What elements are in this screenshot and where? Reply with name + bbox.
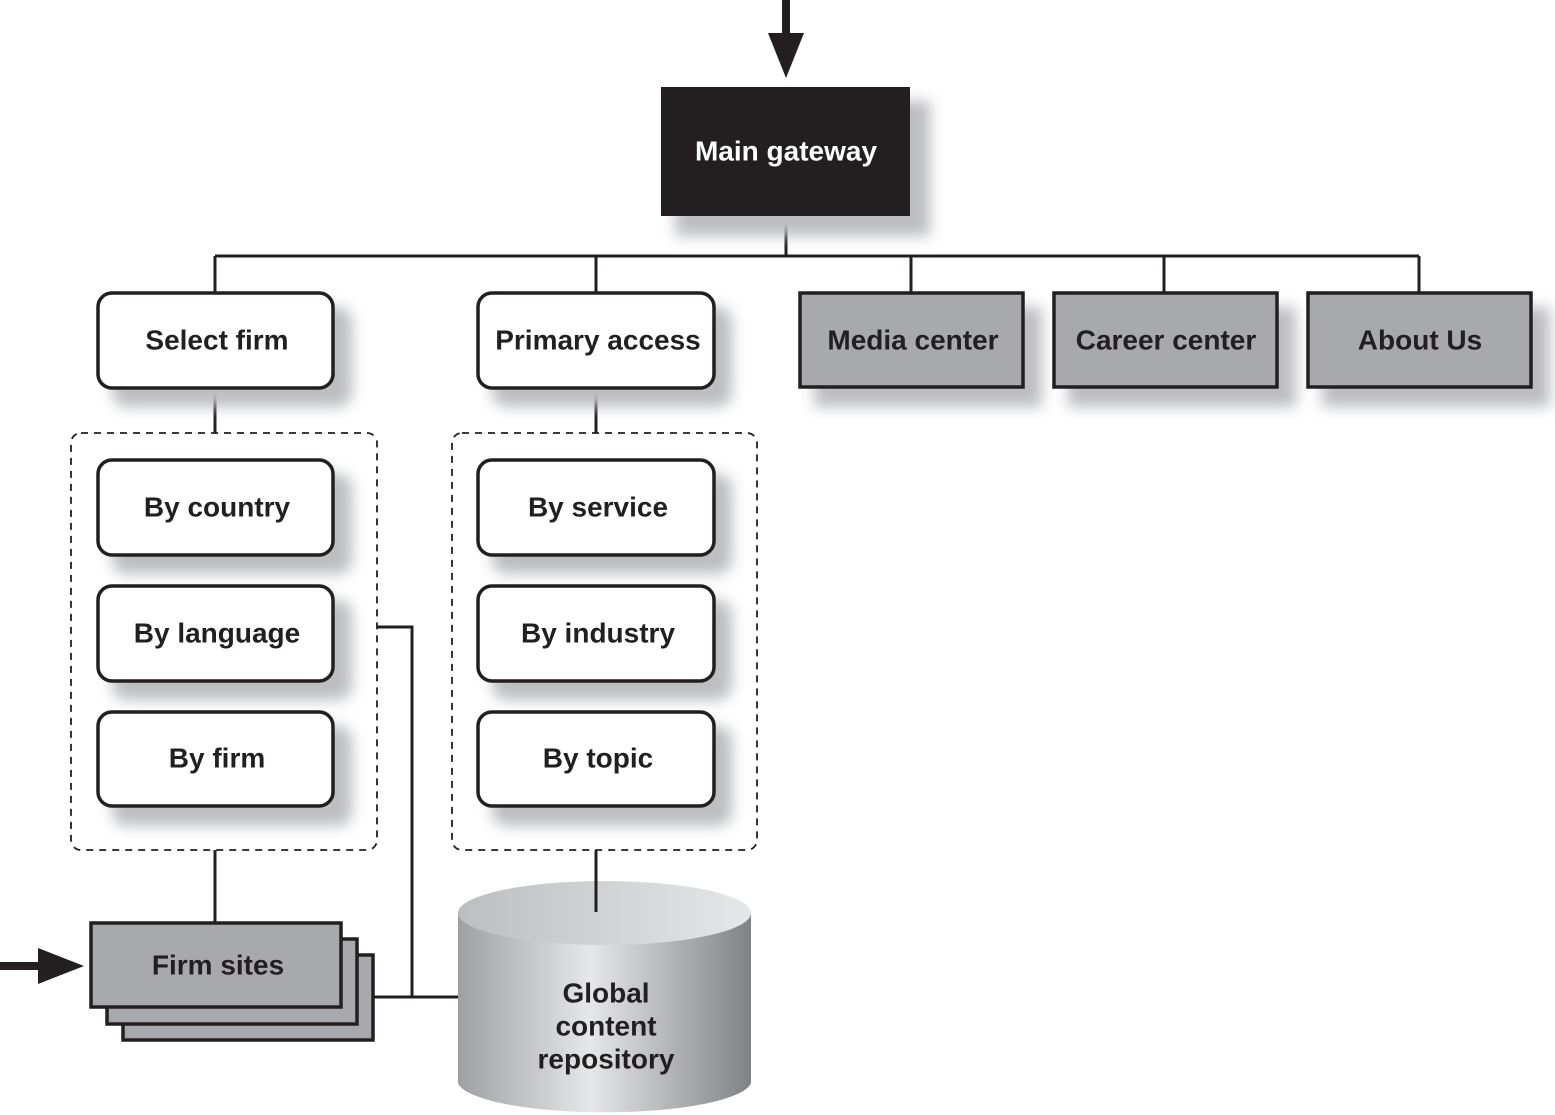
site-architecture-diagram: Main gateway Select firm Primary access …	[0, 0, 1550, 1113]
firm-sites-node: Firm sites	[89, 921, 375, 1042]
career-center-label: Career center	[1076, 324, 1257, 355]
by-language-node: By language	[96, 584, 335, 683]
by-firm-label: By firm	[169, 742, 265, 773]
global-content-repository-node: Global content repository	[458, 850, 751, 1113]
repository-label-line-3: repository	[538, 1043, 675, 1074]
by-topic-label: By topic	[543, 742, 653, 773]
by-industry-node: By industry	[476, 584, 716, 683]
by-language-label: By language	[134, 617, 300, 648]
about-us-label: About Us	[1358, 324, 1482, 355]
primary-access-node: Primary access	[476, 291, 716, 390]
by-service-node: By service	[476, 458, 716, 557]
career-center-node: Career center	[1052, 291, 1279, 389]
select-firm-label: Select firm	[145, 324, 288, 355]
main-gateway-label: Main gateway	[695, 135, 877, 166]
primary-access-label: Primary access	[495, 324, 701, 355]
by-country-node: By country	[96, 458, 335, 557]
firm-sites-label: Firm sites	[152, 949, 284, 980]
media-center-node: Media center	[798, 291, 1025, 389]
main-gateway-node: Main gateway	[661, 87, 910, 216]
by-service-label: By service	[528, 491, 668, 522]
about-us-node: About Us	[1306, 291, 1533, 389]
media-center-label: Media center	[827, 324, 998, 355]
by-country-label: By country	[144, 491, 291, 522]
repository-label-line-1: Global	[562, 977, 649, 1008]
by-topic-node: By topic	[476, 710, 716, 808]
entry-arrow-top	[768, 0, 804, 78]
by-industry-label: By industry	[521, 617, 675, 648]
entry-arrow-left	[0, 948, 84, 984]
repository-label-line-2: content	[555, 1010, 656, 1041]
by-firm-node: By firm	[96, 710, 335, 808]
select-firm-node: Select firm	[96, 291, 335, 390]
